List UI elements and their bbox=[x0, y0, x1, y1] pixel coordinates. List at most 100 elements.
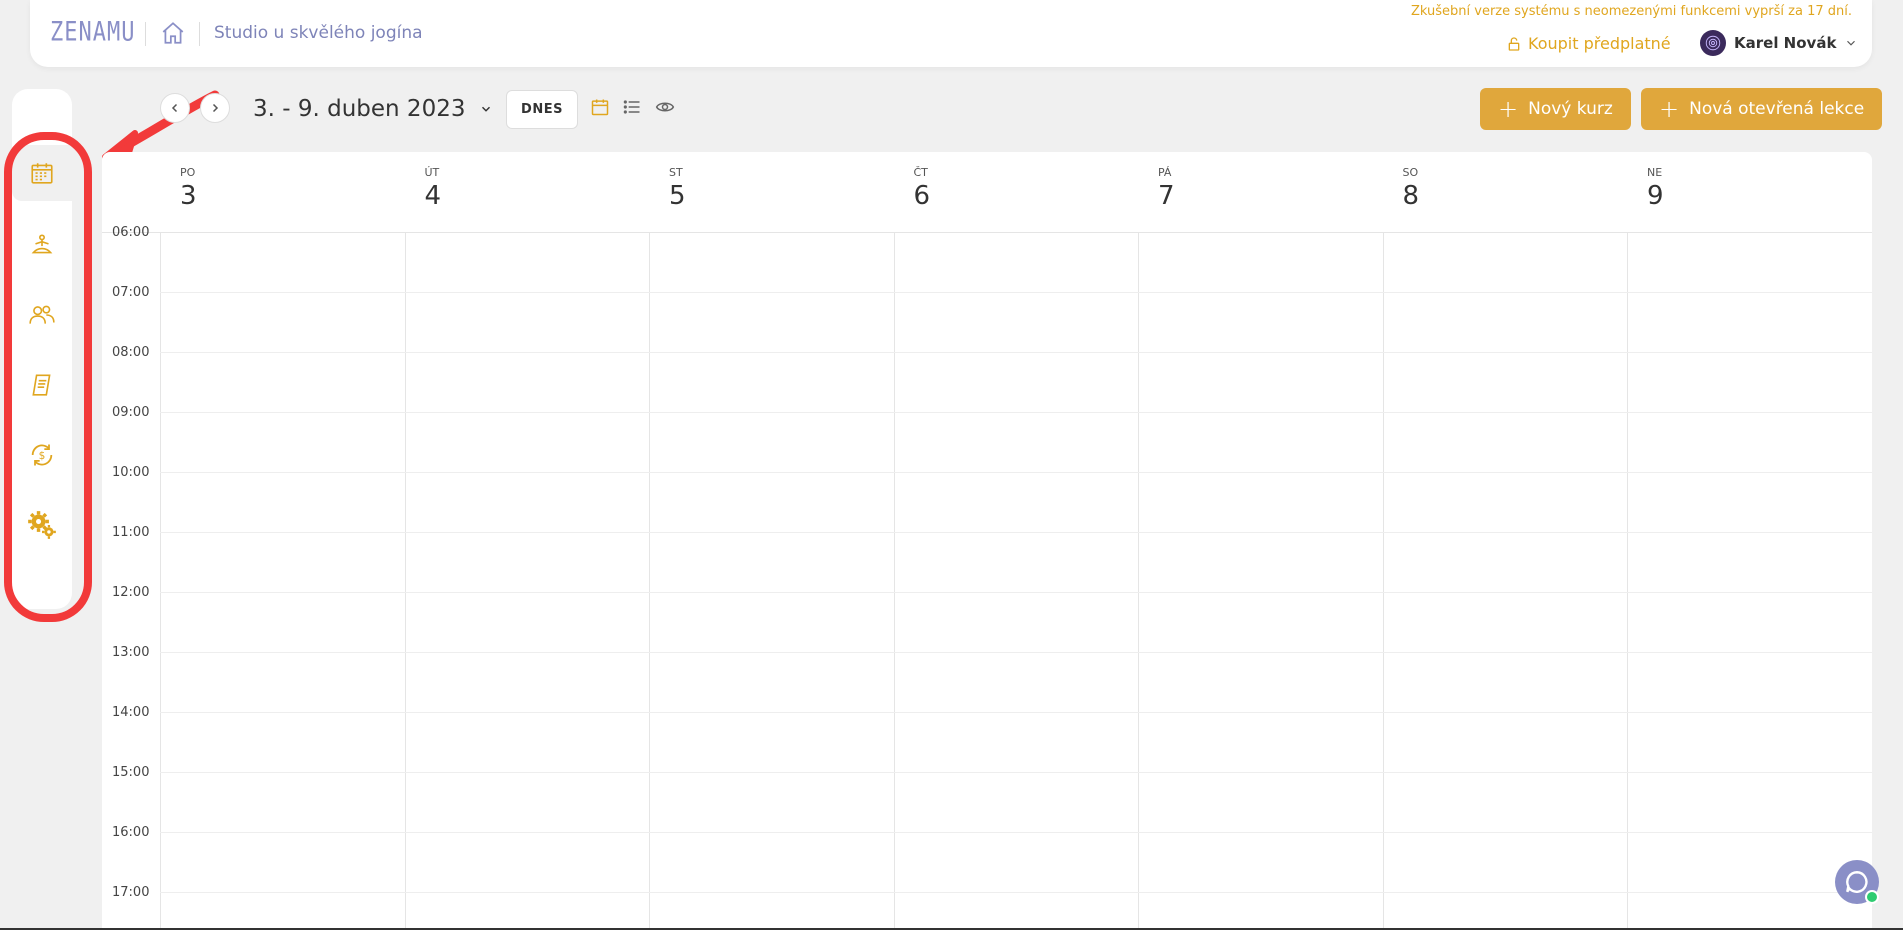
chevron-left-icon bbox=[171, 103, 178, 113]
studio-name[interactable]: Studio u skvělého jogína bbox=[214, 23, 423, 43]
time-label: 12:00 bbox=[112, 585, 150, 600]
user-menu[interactable]: Karel Novák bbox=[1700, 30, 1858, 56]
hour-gridline bbox=[160, 532, 1872, 533]
day-abbr: NE bbox=[1647, 166, 1663, 179]
day-header[interactable]: ČT 6 bbox=[914, 166, 931, 211]
sidebar-item-payments[interactable]: $ bbox=[12, 427, 72, 483]
chevron-down-icon bbox=[1847, 40, 1856, 46]
day-header[interactable]: NE 9 bbox=[1647, 166, 1664, 211]
week-calendar: PO 3 ÚT 4 ST 5 ČT 6 PÁ 7 SO 8 NE 9 06:00 07:00 08:00 09:0… bbox=[102, 152, 1872, 930]
next-week-button[interactable] bbox=[200, 93, 230, 123]
plus-icon: + bbox=[1659, 95, 1680, 123]
day-number: 7 bbox=[1158, 181, 1175, 211]
sidebar-item-calendar[interactable] bbox=[12, 145, 72, 201]
hour-gridline bbox=[160, 352, 1872, 353]
buy-subscription-link[interactable]: Koupit předplatné bbox=[1506, 34, 1671, 53]
receipt-icon bbox=[32, 374, 51, 396]
yoga-icon bbox=[31, 234, 53, 254]
sidebar-item-reports[interactable] bbox=[12, 357, 72, 413]
top-bar: ZENAMU Studio u skvělého jogína Zkušební… bbox=[30, 0, 1872, 67]
day-number: 9 bbox=[1647, 181, 1664, 211]
lock-icon bbox=[1508, 36, 1520, 51]
day-header[interactable]: ST 5 bbox=[669, 166, 686, 211]
hour-gridline bbox=[160, 712, 1872, 713]
today-button[interactable]: DNES bbox=[506, 90, 578, 129]
divider bbox=[199, 22, 200, 46]
time-label: 10:00 bbox=[112, 465, 150, 480]
hour-gridline bbox=[160, 772, 1872, 773]
sidebar-item-settings[interactable] bbox=[12, 497, 72, 553]
hour-gridline bbox=[160, 652, 1872, 653]
avatar bbox=[1700, 30, 1726, 56]
prev-week-button[interactable] bbox=[160, 93, 190, 123]
day-number: 5 bbox=[669, 181, 686, 211]
time-label: 15:00 bbox=[112, 765, 150, 780]
day-number: 3 bbox=[180, 181, 197, 211]
header-divider bbox=[102, 232, 1872, 233]
divider bbox=[145, 22, 146, 46]
day-number: 8 bbox=[1402, 181, 1420, 211]
day-column-divider bbox=[649, 232, 650, 930]
new-open-lesson-label: Nová otevřená lekce bbox=[1689, 99, 1865, 119]
hour-gridline bbox=[160, 892, 1872, 893]
logo[interactable]: ZENAMU bbox=[50, 18, 135, 48]
day-header[interactable]: PÁ 7 bbox=[1158, 166, 1175, 211]
day-abbr: PÁ bbox=[1158, 166, 1172, 179]
trial-notice: Zkušební verze systému s neomezenými fun… bbox=[1410, 4, 1852, 19]
day-column-divider bbox=[404, 232, 406, 930]
hour-gridline bbox=[160, 292, 1872, 293]
day-number: 4 bbox=[424, 181, 442, 211]
hour-gridline bbox=[160, 592, 1872, 593]
day-column-divider bbox=[160, 232, 161, 930]
calendar-view-icon[interactable] bbox=[590, 97, 610, 117]
eye-icon[interactable] bbox=[655, 97, 675, 117]
new-course-button[interactable]: + Nový kurz bbox=[1480, 88, 1631, 130]
date-range-label: 3. - 9. duben 2023 bbox=[253, 96, 466, 122]
date-range-picker[interactable]: 3. - 9. duben 2023 bbox=[253, 96, 493, 122]
day-abbr: SO bbox=[1402, 166, 1419, 179]
sidebar: $ bbox=[12, 89, 72, 609]
payment-icon: $ bbox=[31, 444, 53, 466]
day-abbr: ÚT bbox=[424, 166, 440, 179]
buy-label: Koupit předplatné bbox=[1528, 34, 1671, 53]
new-course-label: Nový kurz bbox=[1528, 99, 1613, 119]
time-label: 14:00 bbox=[112, 705, 150, 720]
day-column-divider bbox=[893, 232, 895, 930]
day-column-divider bbox=[1138, 232, 1139, 930]
day-abbr: ČT bbox=[913, 166, 928, 179]
day-abbr: ST bbox=[669, 166, 683, 179]
chevron-right-icon bbox=[212, 103, 219, 113]
plus-icon: + bbox=[1498, 95, 1519, 123]
day-header[interactable]: SO 8 bbox=[1403, 166, 1420, 211]
hour-gridline bbox=[160, 472, 1872, 473]
day-header[interactable]: ÚT 4 bbox=[425, 166, 442, 211]
settings-icon bbox=[28, 511, 56, 539]
day-column-divider bbox=[1382, 232, 1384, 930]
chevron-down-icon bbox=[482, 106, 491, 112]
mandala-icon bbox=[1705, 35, 1721, 51]
calendar-icon bbox=[31, 163, 53, 184]
sidebar-item-clients[interactable] bbox=[12, 287, 72, 343]
new-open-lesson-button[interactable]: + Nová otevřená lekce bbox=[1641, 88, 1883, 130]
day-abbr: PO bbox=[180, 166, 196, 179]
time-label: 06:00 bbox=[112, 225, 150, 240]
list-view-icon[interactable] bbox=[622, 97, 642, 117]
time-label: 09:00 bbox=[112, 405, 150, 420]
time-label: 08:00 bbox=[112, 345, 150, 360]
day-number: 6 bbox=[913, 181, 931, 211]
user-name: Karel Novák bbox=[1734, 34, 1837, 52]
chat-button[interactable] bbox=[1835, 860, 1879, 904]
hour-gridline bbox=[160, 412, 1872, 413]
time-label: 13:00 bbox=[112, 645, 150, 660]
time-label: 07:00 bbox=[112, 285, 150, 300]
hour-gridline bbox=[160, 832, 1872, 833]
sidebar-item-lessons[interactable] bbox=[12, 217, 72, 273]
time-label: 17:00 bbox=[112, 885, 150, 900]
time-label: 11:00 bbox=[112, 525, 150, 540]
day-header[interactable]: PO 3 bbox=[180, 166, 197, 211]
time-label: 16:00 bbox=[112, 825, 150, 840]
home-icon[interactable] bbox=[160, 20, 186, 46]
online-indicator bbox=[1865, 890, 1879, 904]
svg-text:$: $ bbox=[39, 450, 46, 462]
day-column-divider bbox=[1627, 232, 1628, 930]
